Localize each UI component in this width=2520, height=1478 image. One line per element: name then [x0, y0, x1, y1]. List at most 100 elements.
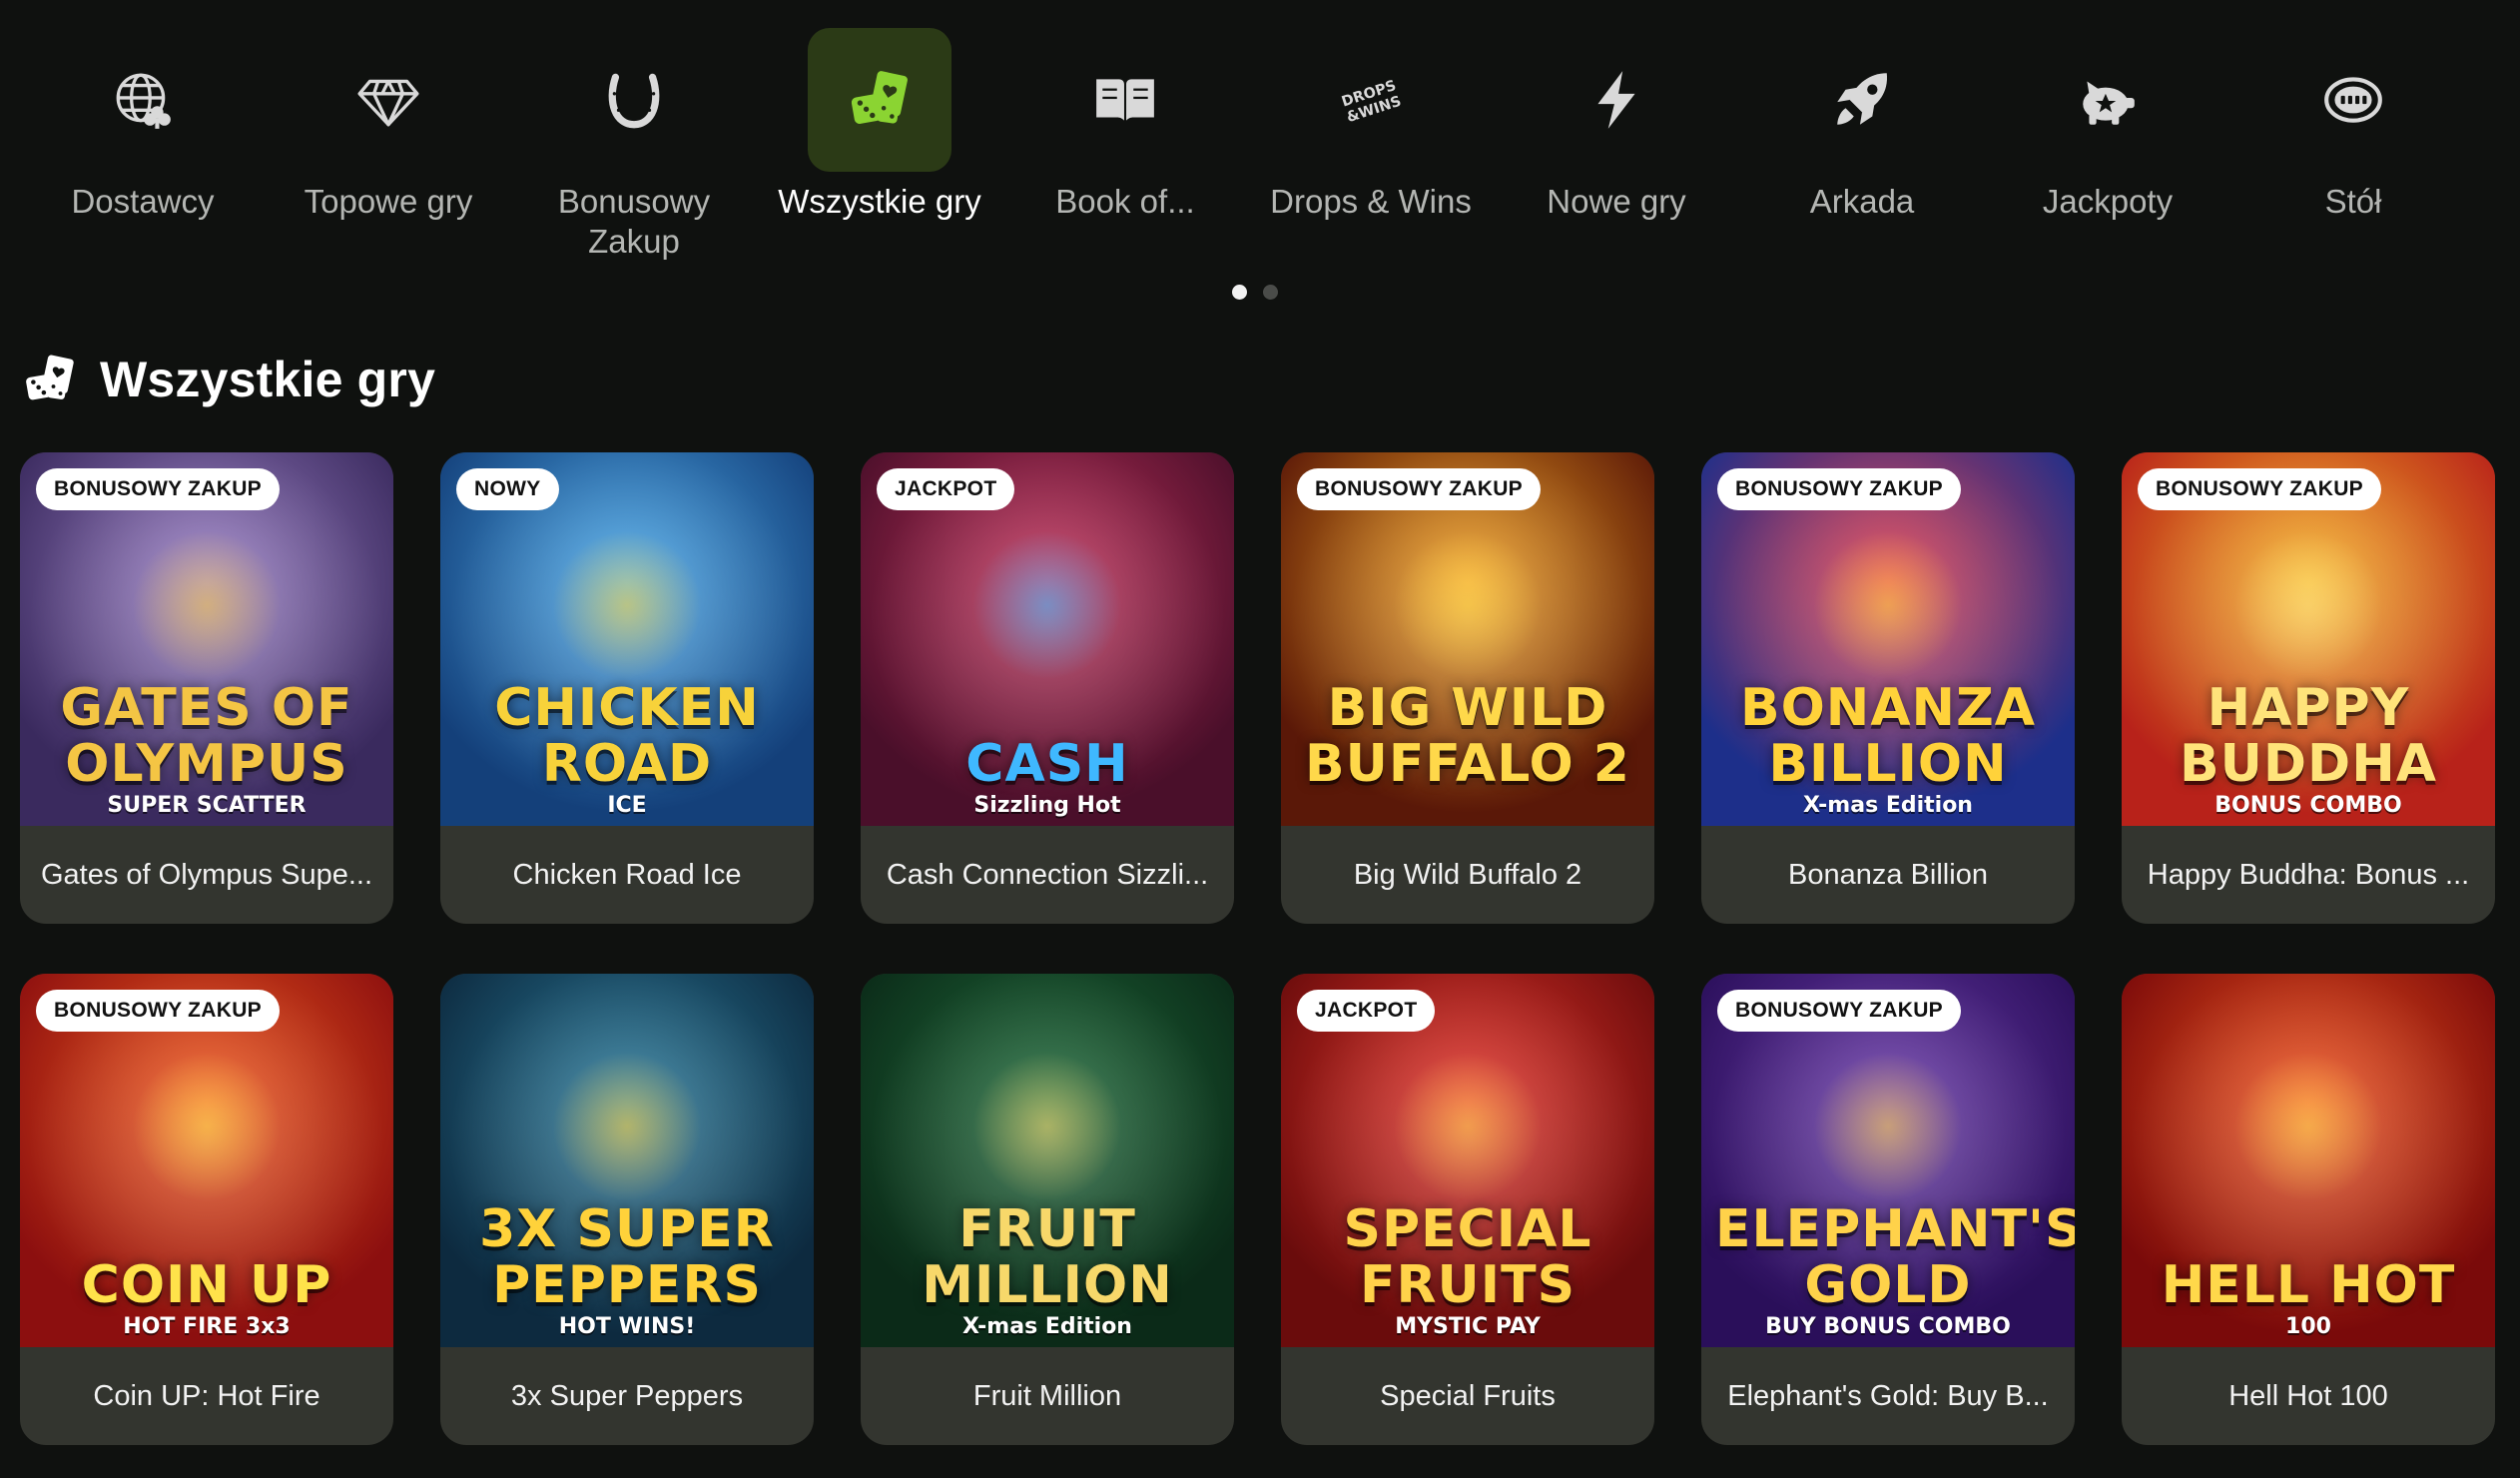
thumbnail-emblem: [552, 1052, 702, 1201]
game-thumbnail[interactable]: Hell Hot 100: [2122, 974, 2495, 1347]
thumbnail-subtitle: HOT FIRE 3x3: [123, 1314, 291, 1339]
category-label: Topowe gry: [304, 183, 473, 220]
category-jackpoty[interactable]: Jackpoty: [1985, 28, 2230, 222]
section-header: Wszystkie gry: [22, 350, 435, 409]
game-card[interactable]: 3x Super Peppers HOT WINS! 3x Super Pepper…: [440, 974, 814, 1445]
game-title: Coin UP: Hot Fire: [20, 1347, 393, 1445]
thumbnail-title: Hell Hot: [2161, 1255, 2456, 1315]
game-title-text: Big Wild Buffalo 2: [1353, 858, 1582, 891]
game-title-text: Chicken Road Ice: [512, 858, 742, 891]
thumbnail-subtitle: ICE: [607, 793, 647, 818]
game-card[interactable]: Elephant's Gold BUY BONUS COMBO BONUSOWY Z…: [1701, 974, 2075, 1445]
game-card[interactable]: Gates of Olympus SUPER SCATTER BONUSOWY ZA…: [20, 452, 393, 924]
game-title: Big Wild Buffalo 2: [1281, 826, 1654, 924]
game-title-text: Special Fruits: [1380, 1379, 1556, 1412]
category-label: Dostawcy: [71, 183, 215, 220]
game-title-text: Hell Hot 100: [2228, 1379, 2388, 1412]
thumbnail-title: 3x Super Peppers: [479, 1199, 775, 1315]
category-label: Stół: [2324, 183, 2382, 220]
game-card[interactable]: Bonanza Billion X-mas Edition BONUSOWY ZAK…: [1701, 452, 2075, 924]
game-card[interactable]: Hell Hot 100 Hell Hot 100: [2122, 974, 2495, 1445]
cards-dice-icon: [808, 28, 951, 172]
game-title: Gates of Olympus Supe...: [20, 826, 393, 924]
category-stol[interactable]: Stół: [2230, 28, 2476, 222]
thumbnail-emblem: [132, 1052, 282, 1201]
book-icon: [1053, 28, 1197, 172]
game-title: Fruit Million: [861, 1347, 1234, 1445]
thumbnail-emblem: [552, 530, 702, 680]
game-badge: JACKPOT: [1297, 990, 1436, 1032]
category-label: Wszystkie gry: [778, 183, 981, 220]
thumbnail-subtitle: SUPER SCATTER: [107, 793, 307, 818]
thumbnail-subtitle: 100: [2285, 1314, 2331, 1339]
thumbnail-subtitle: MYSTIC PAY: [1395, 1314, 1541, 1339]
category-nav: Dostawcy Topowe gry Bonusowy Zakup Wszys…: [0, 0, 2520, 320]
thumbnail-emblem: [972, 530, 1122, 680]
thumbnail-emblem: [1813, 1052, 1963, 1201]
game-badge: BONUSOWY ZAKUP: [1717, 468, 1961, 510]
thumbnail-title: Bonanza Billion: [1739, 678, 2037, 794]
category-bonusowy-zakup[interactable]: Bonusowy Zakup: [511, 28, 757, 262]
game-badge: BONUSOWY ZAKUP: [1297, 468, 1541, 510]
game-title-text: Gates of Olympus Supe...: [40, 858, 373, 891]
game-thumbnail[interactable]: Fruit Million X-mas Edition: [861, 974, 1234, 1347]
thumbnail-title: Gates of Olympus: [60, 678, 353, 794]
game-title-text: Fruit Million: [972, 1379, 1122, 1412]
game-title-text: 3x Super Peppers: [510, 1379, 744, 1412]
thumbnail-title: Cash: [965, 734, 1129, 794]
table-icon: [2281, 28, 2425, 172]
game-card[interactable]: Chicken Road ICE NOWY Chicken Road Ice: [440, 452, 814, 924]
category-label: Jackpoty: [2042, 183, 2174, 220]
diamond-icon: [316, 28, 460, 172]
thumbnail-subtitle: Sizzling Hot: [973, 793, 1121, 818]
section-title: Wszystkie gry: [100, 352, 436, 407]
thumbnail-title: Special Fruits: [1343, 1199, 1592, 1315]
game-title-text: Elephant's Gold: Buy B...: [1727, 1379, 2049, 1412]
game-title: Elephant's Gold: Buy B...: [1701, 1347, 2075, 1445]
thumbnail-emblem: [1393, 1052, 1543, 1201]
game-card[interactable]: Happy Buddha BONUS COMBO BONUSOWY ZAKUP Hap…: [2122, 452, 2495, 924]
category-book-of[interactable]: Book of...: [1002, 28, 1248, 222]
category-label: Bonusowy Zakup: [557, 183, 711, 260]
thumbnail-emblem: [1393, 530, 1543, 680]
pagination-dot-2[interactable]: [1263, 285, 1278, 300]
rocket-icon: [1790, 28, 1934, 172]
piggy-bank-icon: [2036, 28, 2180, 172]
thumbnail-emblem: [132, 530, 282, 680]
thumbnail-title: Happy Buddha: [2180, 678, 2437, 794]
thumbnail-emblem: [972, 1052, 1122, 1201]
game-title-text: Happy Buddha: Bonus ...: [2147, 858, 2470, 891]
globe-clubs-icon: [71, 28, 215, 172]
game-card[interactable]: Big Wild Buffalo 2 BONUSOWY ZAKUP Big Wild…: [1281, 452, 1654, 924]
thumbnail-emblem: [1813, 530, 1963, 680]
game-title-text: Cash Connection Sizzli...: [886, 858, 1209, 891]
thumbnail-subtitle: X-mas Edition: [1803, 793, 1973, 818]
category-arkada[interactable]: Arkada: [1739, 28, 1985, 222]
game-title-text: Bonanza Billion: [1788, 858, 1988, 891]
thumbnail-emblem: [2233, 1052, 2383, 1201]
game-card[interactable]: Fruit Million X-mas Edition Fruit Million: [861, 974, 1234, 1445]
category-topowe-gry[interactable]: Topowe gry: [266, 28, 511, 222]
thumbnail-subtitle: HOT WINS!: [558, 1314, 696, 1339]
category-label: Nowe gry: [1547, 183, 1686, 220]
cards-dice-icon: [26, 355, 74, 400]
category-drops-wins[interactable]: DROPS &WINS Drops & Wins: [1248, 28, 1494, 222]
category-dostawcy[interactable]: Dostawcy: [20, 28, 266, 222]
category-label: Book of...: [1055, 183, 1195, 220]
category-nowe-gry[interactable]: Nowe gry: [1494, 28, 1739, 222]
game-thumbnail[interactable]: 3x Super Peppers HOT WINS!: [440, 974, 814, 1347]
lightning-icon: [1545, 28, 1688, 172]
drops-wins-icon: DROPS &WINS: [1299, 28, 1443, 172]
thumbnail-subtitle: X-mas Edition: [962, 1314, 1132, 1339]
game-card[interactable]: Coin Up HOT FIRE 3x3 BONUSOWY ZAKUP Coin UP…: [20, 974, 393, 1445]
game-title: Special Fruits: [1281, 1347, 1654, 1445]
category-wszystkie-gry[interactable]: Wszystkie gry: [757, 28, 1002, 222]
game-card[interactable]: Special Fruits MYSTIC PAY JACKPOT Special F…: [1281, 974, 1654, 1445]
pagination-dot-1[interactable]: [1232, 285, 1247, 300]
game-title: Cash Connection Sizzli...: [861, 826, 1234, 924]
thumbnail-subtitle: BUY BONUS COMBO: [1765, 1314, 2011, 1339]
game-card[interactable]: Cash Sizzling Hot JACKPOT Cash Connection S…: [861, 452, 1234, 924]
thumbnail-subtitle: BONUS COMBO: [2214, 793, 2402, 818]
thumbnail-title: Chicken Road: [494, 678, 760, 794]
game-title: 3x Super Peppers: [440, 1347, 814, 1445]
